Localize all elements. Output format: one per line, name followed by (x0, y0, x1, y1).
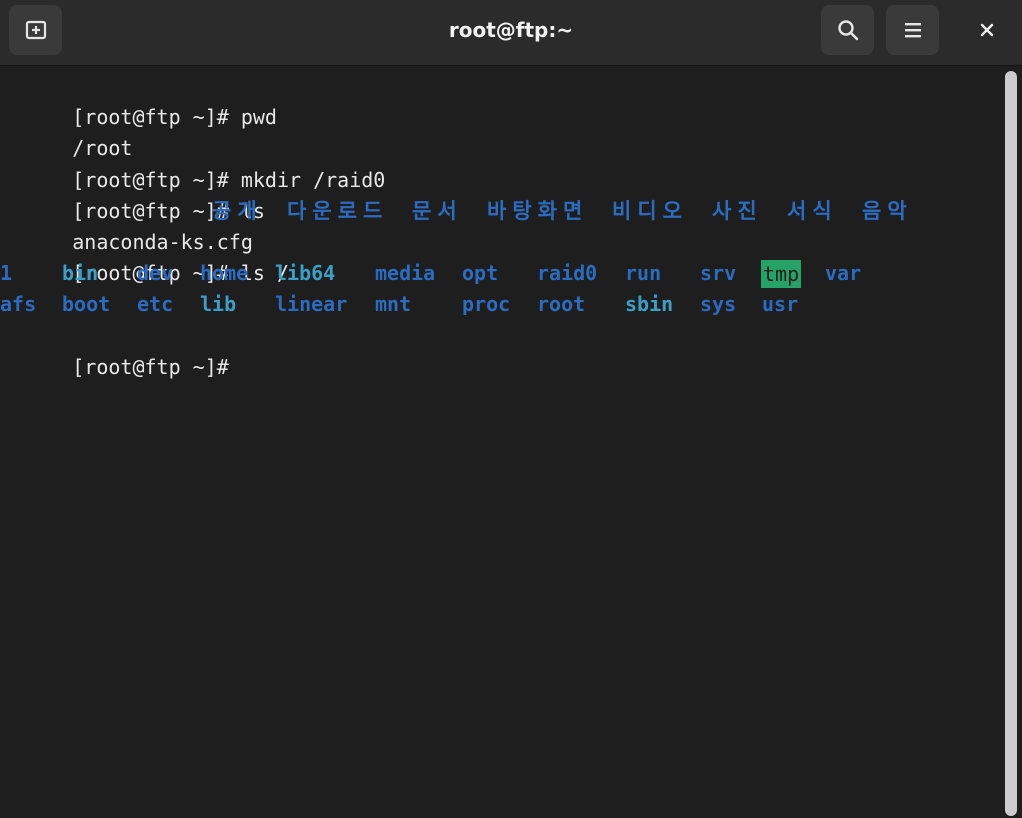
menu-button[interactable] (886, 5, 939, 55)
directory-entry: 음악 (862, 198, 913, 223)
symlink-entry: sbin (625, 292, 674, 317)
directory-entry: linear (275, 292, 348, 317)
close-button[interactable] (962, 5, 1012, 55)
terminal-output[interactable]: [root@ftp ~]# pwd /root [root@ftp ~]# mk… (0, 71, 1000, 818)
terminal-line: anaconda-ks.cfg 공개 다운로드 문서 바탕화면 비디오 사진 서… (0, 196, 1000, 254)
close-icon (980, 23, 994, 37)
directory-entry: opt (462, 261, 499, 286)
directory-entry: dev (137, 261, 174, 286)
terminal-line: [root@ftp ~]# (0, 321, 1000, 379)
sticky-directory-entry: tmp (761, 260, 802, 289)
terminal-line: /root (0, 102, 1000, 160)
directory-entry: usr (762, 292, 799, 317)
directory-entry: proc (462, 292, 511, 317)
directory-entry: home (200, 261, 249, 286)
terminal-line: [root@ftp ~]# mkdir /raid0 (0, 133, 1000, 192)
directory-entry: 서식 (787, 198, 838, 223)
directory-entry: srv (700, 261, 737, 286)
directory-entry: 사진 (712, 198, 763, 223)
terminal-line: [root@ftp ~]# ls (0, 165, 1000, 223)
symlink-entry: lib (200, 292, 237, 317)
directory-entry: afs (0, 292, 37, 317)
directory-entry: boot (62, 292, 111, 317)
window-title: root@ftp:~ (448, 18, 574, 42)
directory-entry: media (375, 261, 436, 286)
directory-entry: etc (137, 292, 174, 317)
directory-entry: raid0 (537, 261, 598, 286)
directory-entry: 문서 (412, 198, 463, 223)
directory-entry: 공개 (212, 198, 263, 223)
directory-entry: 다운로드 (287, 198, 389, 223)
new-tab-icon (25, 20, 46, 40)
search-button[interactable] (821, 5, 874, 55)
terminal-line: afs boot etc lib linear mnt proc root sb… (0, 289, 1000, 320)
directory-entry: 비디오 (612, 198, 688, 223)
directory-entry: mnt (375, 292, 412, 317)
prompt-command: [root@ftp ~]# (72, 354, 229, 379)
directory-entry: sys (700, 292, 737, 317)
directory-entry: root (537, 292, 586, 317)
symlink-entry: bin (62, 261, 99, 286)
terminal-line: 1 bin dev home lib64 media opt raid0 run… (0, 258, 1000, 289)
directory-entry: 바탕화면 (487, 198, 589, 223)
symlink-entry: lib64 (275, 261, 336, 286)
scrollbar[interactable] (1005, 71, 1017, 816)
directory-entry: var (825, 261, 862, 286)
search-icon (837, 20, 858, 41)
terminal-window: root@ftp:~ [root@ftp ~]# pwd /root [root… (0, 0, 1022, 818)
terminal-line: [root@ftp ~]# pwd (0, 71, 1000, 129)
hamburger-menu-icon (904, 23, 921, 38)
directory-entry: run (625, 261, 662, 286)
new-tab-button[interactable] (9, 5, 62, 55)
directory-entry: 1 (0, 261, 13, 286)
terminal-line: [root@ftp ~]# ls / (0, 227, 1000, 285)
header-bar: root@ftp:~ (0, 0, 1022, 66)
